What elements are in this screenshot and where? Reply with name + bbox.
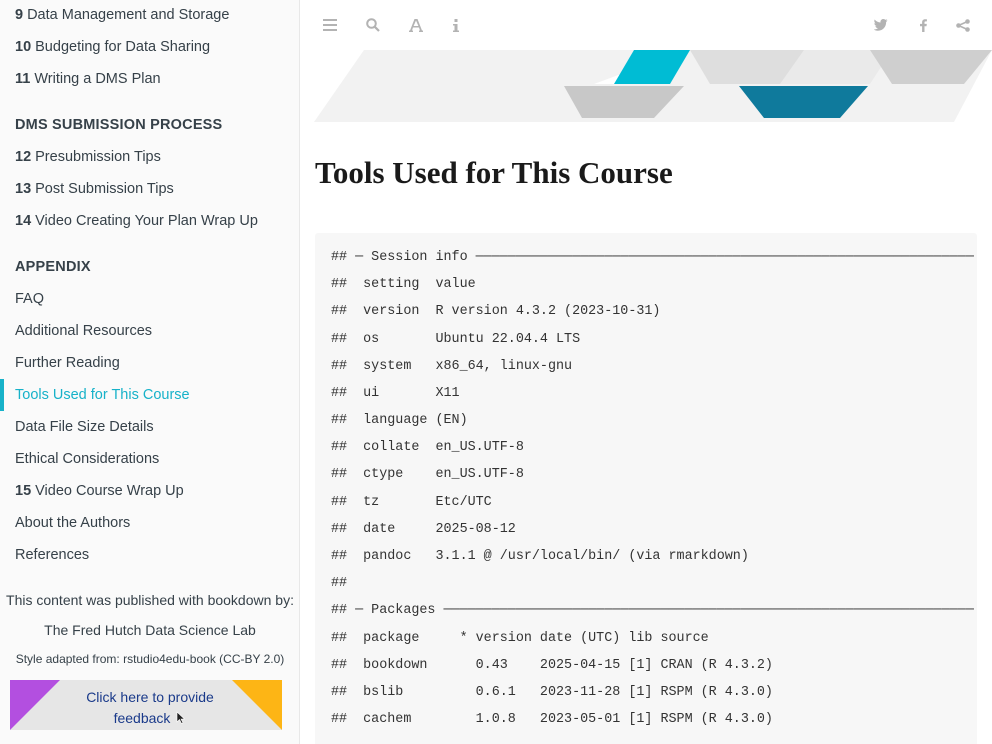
sidebar-item-references[interactable]: References — [15, 547, 89, 563]
sidebar-item-ethical-considerations[interactable]: Ethical Considerations — [15, 451, 159, 467]
feedback-line-1: Click here to provide — [86, 689, 214, 705]
code-line: ## bookdown 0.43 2025-04-15 [1] CRAN (R … — [331, 658, 773, 673]
code-line: ## — [331, 576, 348, 591]
chapter-number: 15 — [15, 483, 32, 499]
sidebar-item-additional-resources[interactable]: Additional Resources — [15, 323, 152, 339]
feedback-line-2: feedback — [113, 710, 171, 726]
sidebar-item-label: Video Course Wrap Up — [35, 483, 184, 499]
code-line: ## ui X11 — [331, 386, 460, 401]
code-line: ## tz Etc/UTC — [331, 495, 492, 510]
code-line: ## bslib 0.6.1 2023-11-28 [1] RSPM (R 4.… — [331, 685, 773, 700]
twitter-icon[interactable] — [872, 16, 890, 34]
search-icon[interactable] — [364, 16, 382, 34]
code-line: ## package * version date (UTC) lib sour… — [331, 631, 709, 646]
sidebar-item-label: Video Creating Your Plan Wrap Up — [35, 213, 258, 229]
share-icon[interactable] — [954, 16, 972, 34]
code-line: ## system x86_64, linux-gnu — [331, 359, 573, 374]
chapter-number: 11 — [15, 71, 31, 87]
sidebar-item-label: Writing a DMS Plan — [34, 71, 161, 87]
chapter-number: 13 — [15, 181, 32, 197]
code-line: ## ─ Packages ──────────────────────────… — [331, 603, 974, 618]
sidebar-item-about-authors[interactable]: About the Authors — [15, 515, 130, 531]
code-line: ## ctype en_US.UTF-8 — [331, 467, 524, 482]
sidebar: 9 Data Management and Storage 10 Budgeting… — [0, 0, 300, 744]
feedback-button[interactable]: Click here to provide feedback — [10, 680, 282, 730]
section-header-dms: DMS SUBMISSION PROCESS — [15, 117, 223, 133]
sidebar-item-chapter-11[interactable]: 11 Writing a DMS Plan — [15, 71, 161, 87]
chapter-number: 12 — [15, 149, 32, 165]
sidebar-item-data-file-size[interactable]: Data File Size Details — [15, 419, 154, 435]
code-line: ## cachem 1.0.8 2023-05-01 [1] RSPM (R 4… — [331, 712, 773, 727]
chapter-number: 9 — [15, 7, 24, 23]
feedback-line-2-wrap: feedback — [70, 708, 230, 730]
header-banner — [314, 50, 992, 122]
sidebar-item-label: Budgeting for Data Sharing — [35, 39, 211, 55]
page-title: Tools Used for This Course — [315, 155, 673, 190]
sidebar-item-faq[interactable]: FAQ — [15, 291, 44, 307]
sidebar-item-label: Presubmission Tips — [35, 149, 161, 165]
code-line: ## date 2025-08-12 — [331, 522, 516, 537]
sidebar-item-label: Data Management and Storage — [27, 7, 230, 23]
section-header-appendix: APPENDIX — [15, 259, 91, 275]
info-icon[interactable] — [447, 16, 465, 34]
feedback-decoration-left — [10, 680, 60, 730]
facebook-icon[interactable] — [914, 16, 932, 34]
cursor-icon — [176, 709, 186, 730]
menu-icon[interactable] — [321, 16, 339, 34]
chapter-number: 10 — [15, 39, 32, 55]
code-line: ## version R version 4.3.2 (2023-10-31) — [331, 304, 661, 319]
sidebar-item-chapter-10[interactable]: 10 Budgeting for Data Sharing — [15, 39, 210, 55]
code-line: ## language (EN) — [331, 413, 468, 428]
code-line: ## ─ Session info ──────────────────────… — [331, 250, 974, 265]
lab-link[interactable]: The Fred Hutch Data Science Lab — [0, 622, 299, 638]
feedback-label: Click here to provide feedback — [70, 687, 230, 730]
sidebar-item-chapter-15[interactable]: 15 Video Course Wrap Up — [15, 483, 184, 499]
code-line: ## pandoc 3.1.1 @ /usr/local/bin/ (via r… — [331, 549, 749, 564]
published-with-text: This content was published with bookdown… — [6, 592, 294, 608]
session-info-code-block: ## ─ Session info ──────────────────────… — [315, 233, 977, 744]
sidebar-item-label: Post Submission Tips — [35, 181, 174, 197]
chapter-number: 14 — [15, 213, 32, 229]
font-icon[interactable] — [407, 16, 425, 34]
active-indicator — [0, 379, 4, 411]
sidebar-item-chapter-14[interactable]: 14 Video Creating Your Plan Wrap Up — [15, 213, 258, 229]
top-toolbar — [300, 0, 992, 50]
style-adapted-text: Style adapted from: rstudio4edu-book (CC… — [15, 652, 285, 666]
sidebar-item-chapter-13[interactable]: 13 Post Submission Tips — [15, 181, 174, 197]
code-line: ## os Ubuntu 22.04.4 LTS — [331, 332, 581, 347]
code-line: ## collate en_US.UTF-8 — [331, 440, 524, 455]
feedback-decoration-right — [232, 680, 282, 730]
sidebar-item-further-reading[interactable]: Further Reading — [15, 355, 120, 371]
code-line: ## setting value — [331, 277, 476, 292]
sidebar-item-chapter-12[interactable]: 12 Presubmission Tips — [15, 149, 161, 165]
sidebar-item-tools-used[interactable]: Tools Used for This Course — [15, 387, 190, 403]
sidebar-item-chapter-9[interactable]: 9 Data Management and Storage — [15, 7, 229, 23]
